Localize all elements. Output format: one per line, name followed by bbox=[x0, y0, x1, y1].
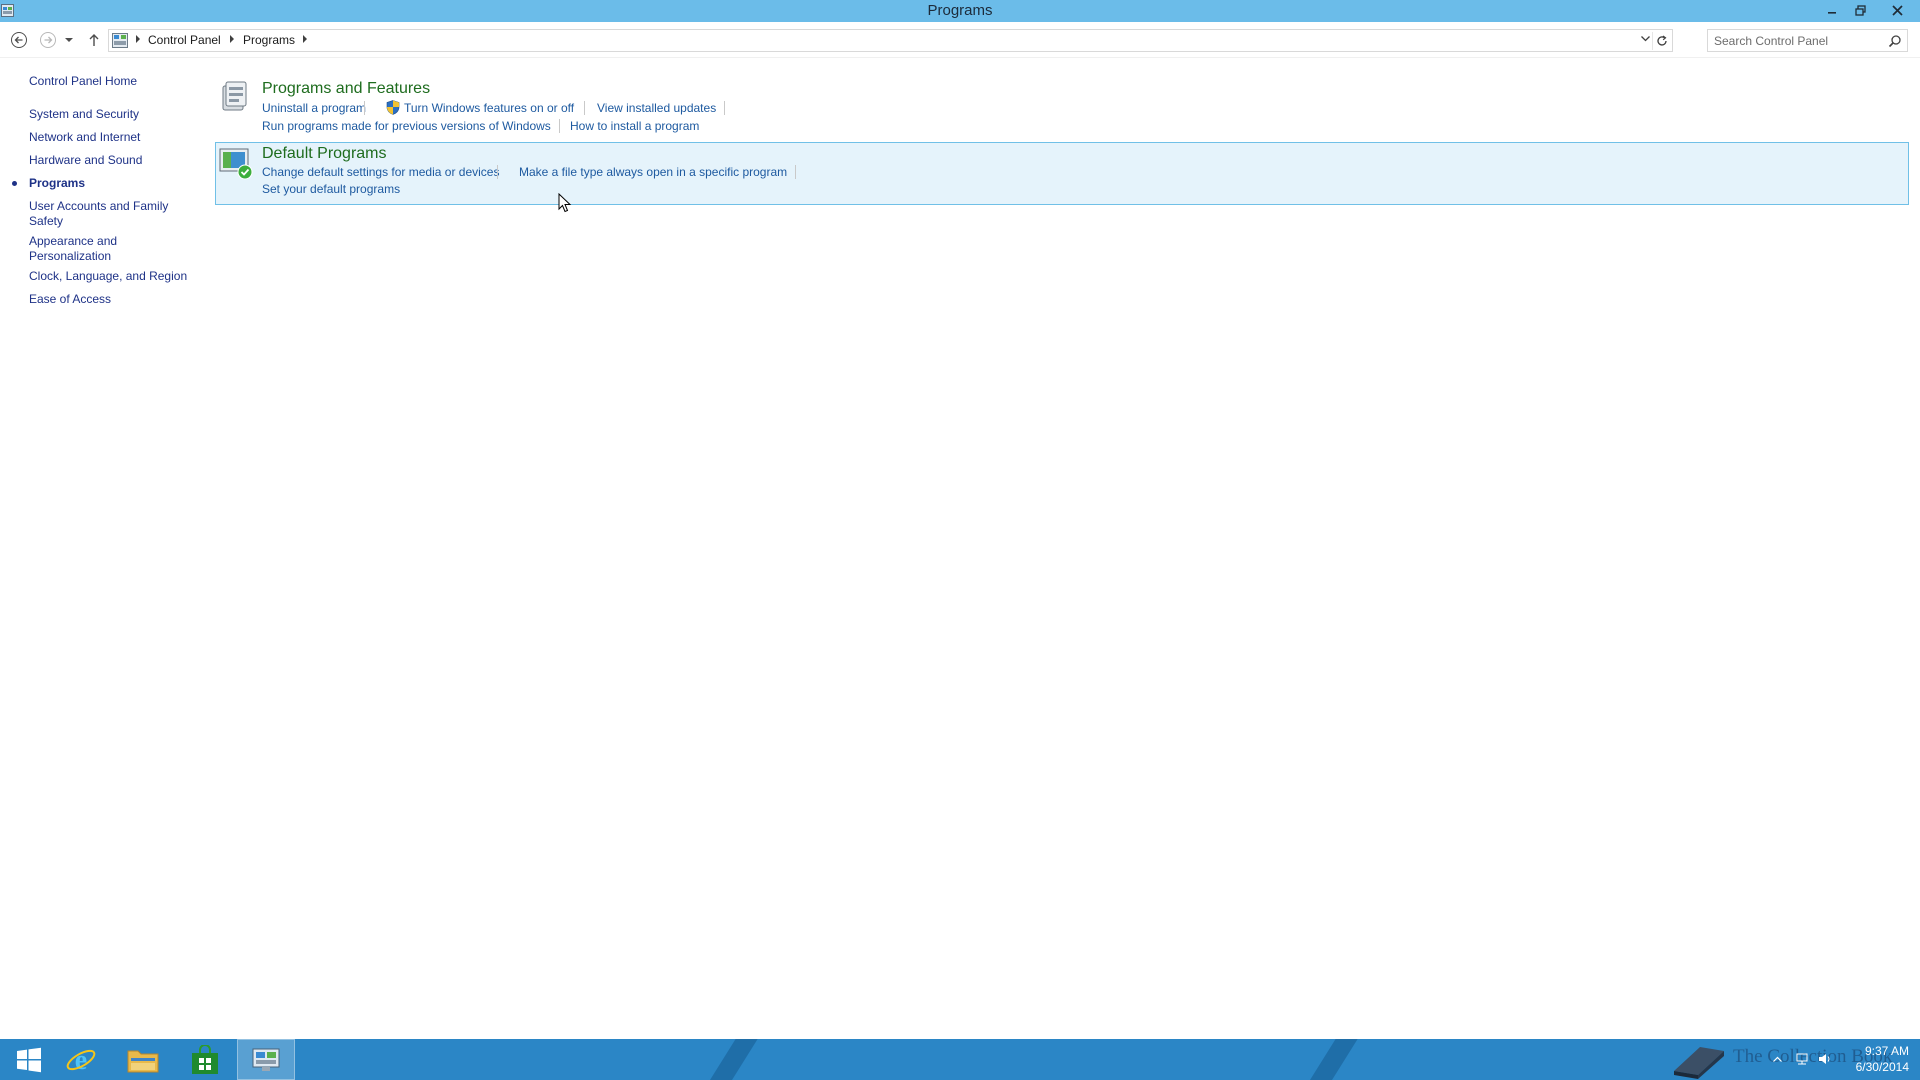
forward-arrow-icon bbox=[40, 32, 56, 48]
minimize-icon bbox=[1828, 12, 1836, 14]
volume-tray-button[interactable] bbox=[1818, 1051, 1832, 1067]
refresh-button[interactable] bbox=[1652, 32, 1670, 50]
search-input[interactable] bbox=[1714, 33, 1879, 49]
file-type-association-link[interactable]: Make a file type always open in a specif… bbox=[519, 165, 787, 179]
taskbar-clock[interactable]: 9:37 AM 6/30/2014 bbox=[1839, 1043, 1909, 1075]
navigation-bar: Control Panel Programs bbox=[0, 22, 1920, 58]
nav-system-and-security[interactable]: System and Security bbox=[29, 107, 194, 122]
default-programs-title[interactable]: Default Programs bbox=[262, 145, 387, 163]
run-older-programs-link[interactable]: Run programs made for previous versions … bbox=[262, 119, 551, 133]
close-icon bbox=[1891, 4, 1903, 16]
nav-programs[interactable]: Programs bbox=[29, 176, 194, 191]
nav-clock-language-region[interactable]: Clock, Language, and Region bbox=[29, 269, 194, 284]
close-button[interactable] bbox=[1874, 0, 1920, 20]
nav-user-accounts-and-family-safety[interactable]: User Accounts and Family Safety bbox=[29, 199, 194, 229]
programs-and-features-title[interactable]: Programs and Features bbox=[262, 80, 430, 98]
link-divider bbox=[795, 165, 796, 179]
uninstall-program-link[interactable]: Uninstall a program bbox=[262, 101, 366, 115]
title-bar: Programs bbox=[0, 0, 1920, 22]
control-panel-icon bbox=[112, 33, 128, 48]
start-icon bbox=[17, 1047, 41, 1072]
taskbar-file-explorer[interactable] bbox=[114, 1039, 172, 1080]
set-default-programs-link[interactable]: Set your default programs bbox=[262, 182, 400, 196]
back-arrow-icon bbox=[11, 32, 27, 48]
up-button[interactable] bbox=[84, 30, 104, 50]
how-to-install-link[interactable]: How to install a program bbox=[570, 119, 699, 133]
breadcrumb-programs[interactable]: Programs bbox=[243, 33, 295, 47]
back-button[interactable] bbox=[9, 30, 29, 50]
nav-appearance-and-personalization[interactable]: Appearance and Personalization bbox=[29, 234, 129, 264]
breadcrumb-separator-icon[interactable] bbox=[136, 35, 140, 43]
nav-network-and-internet[interactable]: Network and Internet bbox=[29, 130, 194, 145]
book-watermark-icon bbox=[1674, 1047, 1724, 1079]
internet-explorer-icon: e bbox=[66, 1045, 96, 1076]
programs-and-features-section: Programs and Features Uninstall a progra… bbox=[215, 76, 1909, 136]
taskbar: e The Collection Book 9:37 AM 6/30/2014 bbox=[0, 1039, 1920, 1080]
nav-ease-of-access[interactable]: Ease of Access bbox=[29, 292, 194, 307]
view-installed-updates-link[interactable]: View installed updates bbox=[597, 101, 716, 115]
address-history-button[interactable] bbox=[1641, 34, 1650, 45]
link-divider bbox=[497, 165, 498, 179]
search-box[interactable] bbox=[1707, 29, 1908, 52]
uac-shield-icon bbox=[386, 100, 400, 115]
recent-locations-button[interactable] bbox=[63, 30, 75, 50]
chevron-down-icon bbox=[65, 38, 73, 42]
nav-hardware-and-sound[interactable]: Hardware and Sound bbox=[29, 153, 194, 168]
file-explorer-icon bbox=[127, 1050, 159, 1072]
start-button[interactable] bbox=[0, 1039, 58, 1080]
minimize-button[interactable] bbox=[1818, 0, 1846, 20]
store-icon bbox=[192, 1044, 218, 1074]
link-divider bbox=[559, 119, 560, 133]
chevron-up-icon bbox=[1772, 1056, 1782, 1062]
wallpaper-stripe bbox=[698, 1039, 764, 1080]
svg-text:e: e bbox=[75, 1045, 87, 1076]
chevron-down-icon bbox=[1641, 36, 1650, 42]
taskbar-control-panel[interactable] bbox=[237, 1039, 295, 1080]
mouse-cursor-icon bbox=[558, 193, 572, 213]
refresh-icon bbox=[1656, 35, 1667, 46]
change-media-defaults-link[interactable]: Change default settings for media or dev… bbox=[262, 165, 499, 179]
restore-button[interactable] bbox=[1846, 0, 1874, 20]
link-divider bbox=[724, 101, 725, 115]
control-panel-home-link[interactable]: Control Panel Home bbox=[29, 74, 194, 89]
default-programs-section[interactable]: Default Programs Change default settings… bbox=[215, 142, 1909, 205]
show-hidden-icons-button[interactable] bbox=[1770, 1051, 1784, 1067]
link-divider bbox=[584, 101, 585, 115]
control-panel-icon bbox=[252, 1048, 280, 1071]
link-divider bbox=[364, 101, 365, 115]
address-bar[interactable]: Control Panel Programs bbox=[108, 29, 1673, 52]
up-arrow-icon bbox=[89, 34, 99, 46]
taskbar-store[interactable] bbox=[176, 1039, 234, 1080]
turn-windows-features-link[interactable]: Turn Windows features on or off bbox=[404, 101, 574, 115]
current-location-bullet bbox=[12, 181, 17, 186]
forward-button[interactable] bbox=[38, 30, 58, 50]
window-title: Programs bbox=[927, 2, 993, 19]
speaker-icon bbox=[1819, 1054, 1830, 1064]
taskbar-internet-explorer[interactable]: e bbox=[52, 1039, 110, 1080]
breadcrumb-separator-icon[interactable] bbox=[303, 35, 307, 43]
programs-features-icon bbox=[222, 81, 247, 111]
search-icon[interactable] bbox=[1888, 34, 1902, 48]
wallpaper-stripe bbox=[1298, 1039, 1364, 1080]
breadcrumb-control-panel[interactable]: Control Panel bbox=[148, 33, 221, 47]
breadcrumb-separator-icon[interactable] bbox=[230, 35, 234, 43]
network-icon bbox=[1796, 1053, 1808, 1065]
default-programs-icon bbox=[219, 148, 253, 180]
clock-time: 9:37 AM bbox=[1864, 1044, 1909, 1058]
restore-icon bbox=[1854, 4, 1866, 16]
network-tray-button[interactable] bbox=[1795, 1051, 1809, 1067]
clock-date: 6/30/2014 bbox=[1855, 1060, 1909, 1074]
